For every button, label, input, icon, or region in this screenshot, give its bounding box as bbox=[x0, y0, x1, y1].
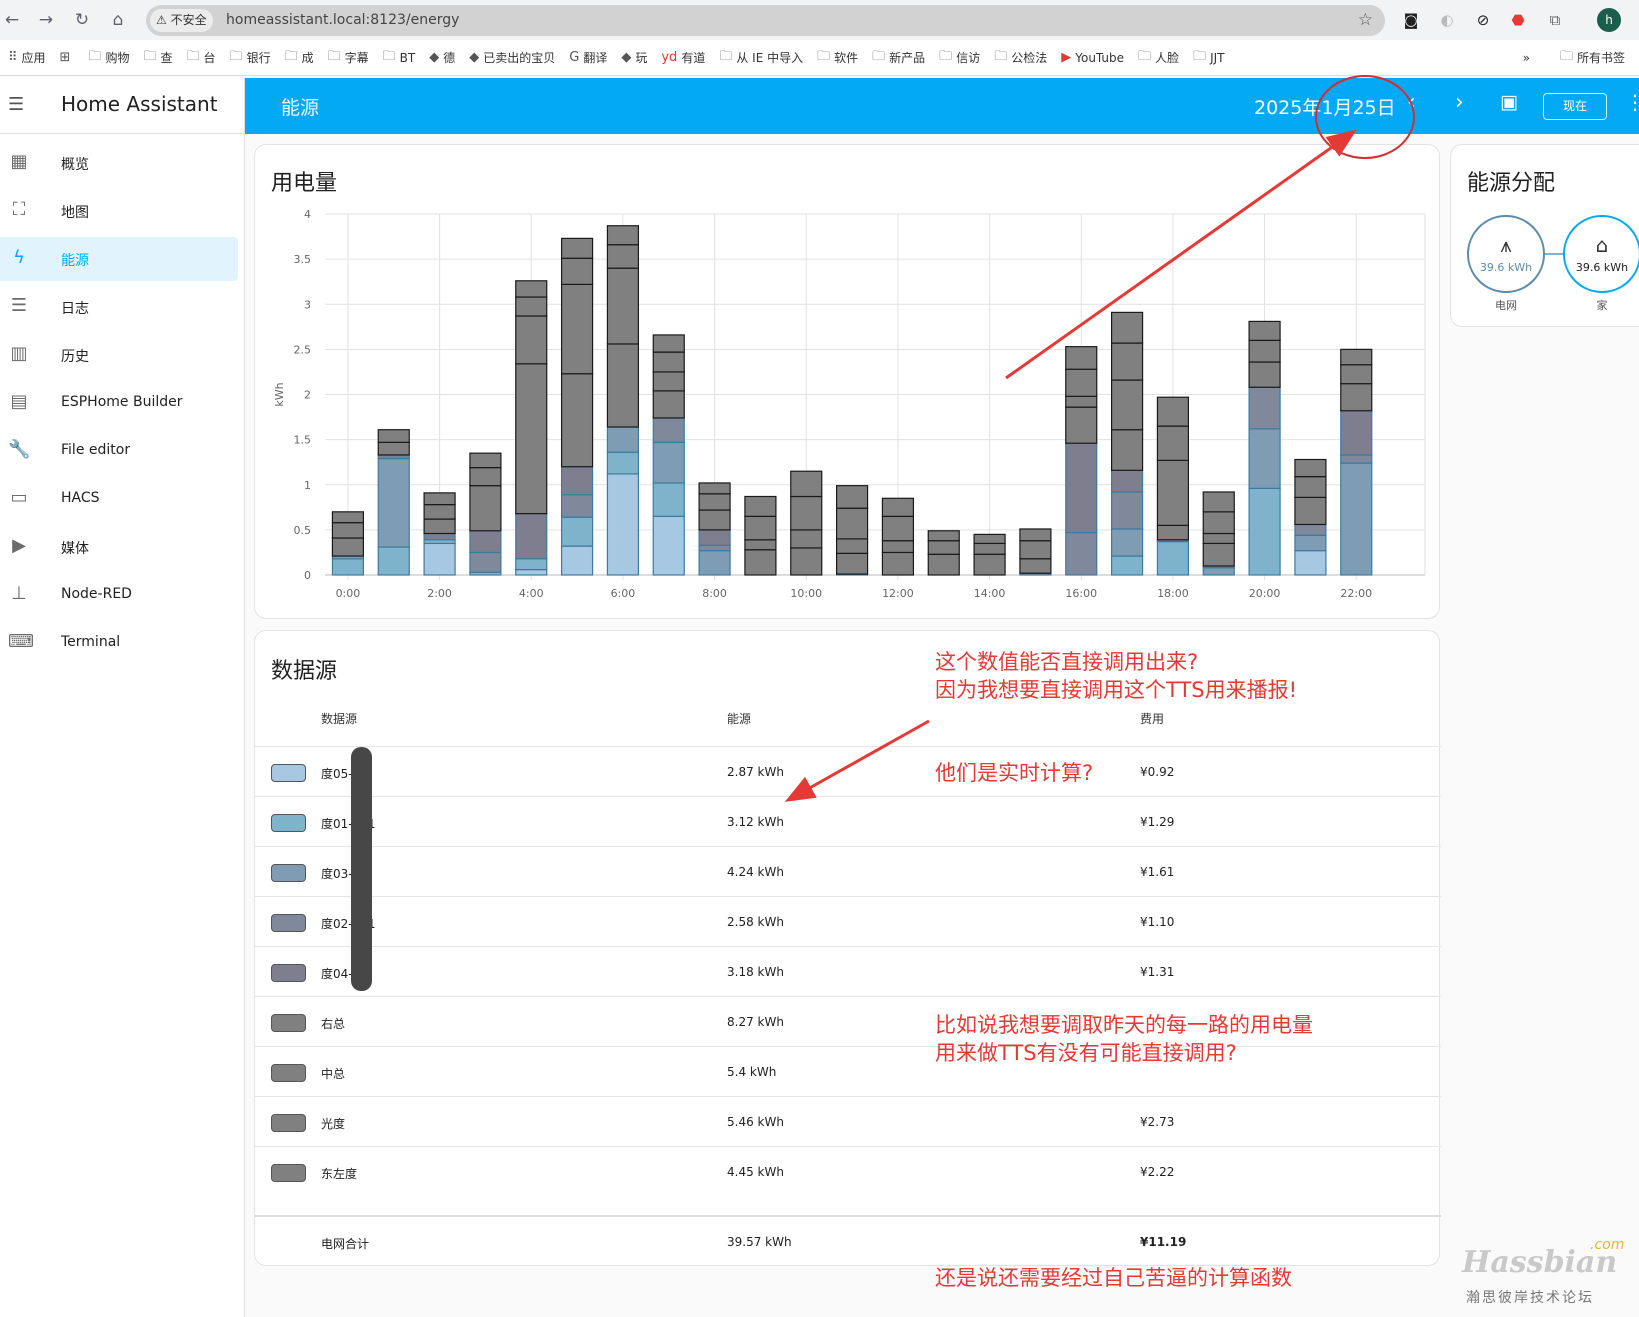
annotation-arrow bbox=[784, 719, 930, 802]
annotation-arrow bbox=[1005, 129, 1357, 380]
annotation-text: 用来做TTS有没有可能直接调用? bbox=[935, 1041, 1237, 1065]
annotation-text: 还是说还需要经过自己苦逼的计算函数 bbox=[935, 1266, 1292, 1290]
annotation-text: 比如说我想要调取昨天的每一路的用电量 bbox=[935, 1013, 1313, 1037]
highlight-circle bbox=[1315, 75, 1415, 159]
annotation-overlay bbox=[784, 75, 1415, 802]
watermark-subtitle: 瀚思彼岸技术论坛 bbox=[1466, 1290, 1594, 1306]
annotation-text: 这个数值能否直接调用出来? bbox=[935, 650, 1199, 674]
watermark-logo: Hassbian .com 瀚思彼岸技术论坛 bbox=[1462, 1237, 1632, 1309]
annotation-text: 因为我想要直接调用这个TTS用来播报! bbox=[935, 678, 1298, 702]
watermark-suffix: .com bbox=[1590, 1237, 1625, 1253]
annotation-text: 他们是实时计算? bbox=[935, 761, 1094, 785]
